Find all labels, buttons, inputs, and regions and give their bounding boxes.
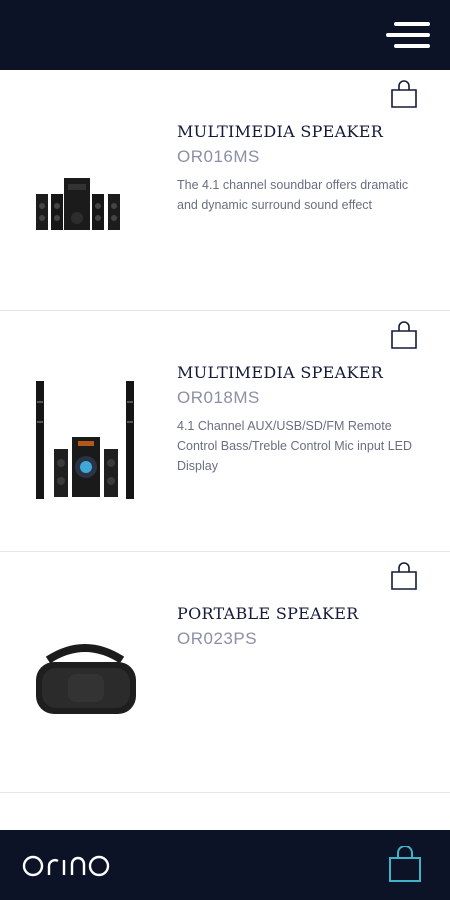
shopping-bag-icon: [391, 321, 417, 349]
product-code: OR016MS: [177, 147, 260, 166]
bottom-bar: orino: [0, 830, 450, 900]
shopping-bag-icon: [389, 845, 421, 882]
cart-button[interactable]: [387, 845, 423, 884]
brand-logo[interactable]: orino: [22, 850, 112, 880]
product-code: OR018MS: [177, 388, 260, 407]
product-title: MULTIMEDIA SPEAKER: [177, 122, 384, 141]
orino-logo-icon: [22, 855, 110, 877]
menu-icon: [386, 22, 430, 48]
add-to-bag-button[interactable]: [389, 321, 419, 351]
shopping-bag-icon: [391, 80, 417, 108]
product-description: 4.1 Channel AUX/USB/SD/FM Remote Control…: [177, 419, 413, 473]
product-title: PORTABLE SPEAKER: [177, 604, 359, 623]
menu-button[interactable]: [384, 20, 434, 50]
product-description: The 4.1 channel soundbar offers dramatic…: [177, 178, 409, 212]
product-info: PORTABLE SPEAKER OR023PS: [177, 604, 417, 649]
product-card[interactable]: MULTIMEDIA SPEAKER OR018MS 4.1 Channel A…: [0, 311, 450, 552]
product-list: MULTIMEDIA SPEAKER OR016MS The 4.1 chann…: [0, 70, 450, 830]
portable-speaker-image: [36, 644, 136, 714]
speaker-set-image: [36, 178, 120, 230]
add-to-bag-button[interactable]: [389, 80, 419, 110]
tower-speaker-set-image: [36, 381, 134, 499]
product-card[interactable]: PORTABLE SPEAKER OR023PS: [0, 552, 450, 793]
top-bar: [0, 0, 450, 70]
product-code: OR023PS: [177, 629, 258, 648]
product-info: MULTIMEDIA SPEAKER OR016MS The 4.1 chann…: [177, 122, 417, 215]
logo-text: orino: [22, 850, 23, 851]
product-info: MULTIMEDIA SPEAKER OR018MS 4.1 Channel A…: [177, 363, 417, 476]
add-to-bag-button[interactable]: [389, 562, 419, 592]
product-card[interactable]: MULTIMEDIA SPEAKER OR016MS The 4.1 chann…: [0, 70, 450, 311]
shopping-bag-icon: [391, 562, 417, 590]
product-title: MULTIMEDIA SPEAKER: [177, 363, 384, 382]
